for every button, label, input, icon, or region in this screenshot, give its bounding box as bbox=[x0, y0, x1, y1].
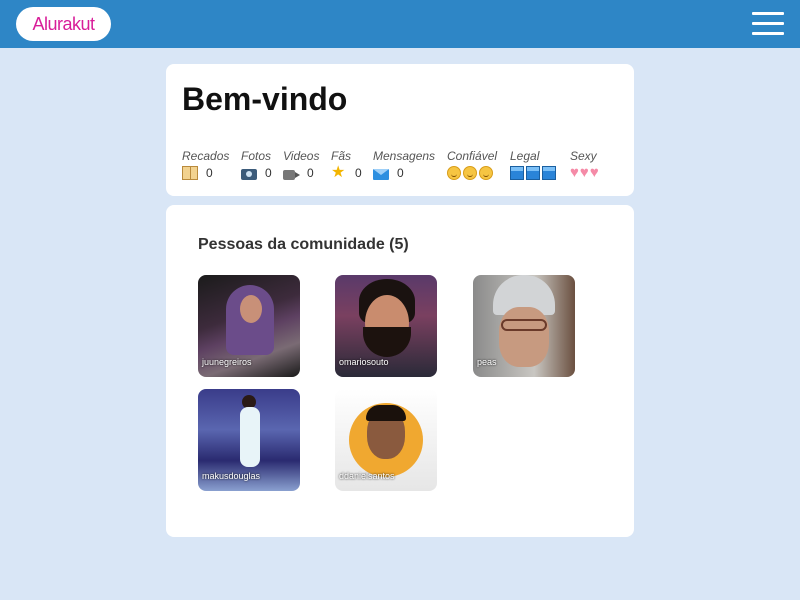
stat-videos-label: Videos bbox=[283, 149, 320, 163]
cube-icon bbox=[526, 166, 540, 180]
welcome-title: Bem-vindo bbox=[182, 81, 348, 117]
rating-confiavel: Confiável bbox=[447, 149, 497, 181]
member-username: makusdouglas bbox=[202, 471, 261, 481]
smiley-icon bbox=[463, 166, 477, 180]
member-username: juunegreiros bbox=[202, 357, 252, 367]
stat-videos-value: 0 bbox=[307, 166, 314, 180]
community-member[interactable]: ddanielsantos bbox=[335, 389, 437, 491]
stat-videos: Videos 0 bbox=[283, 149, 319, 181]
rating-confiavel-label: Confiável bbox=[447, 149, 498, 163]
rating-sexy-label: Sexy bbox=[570, 149, 597, 163]
community-member[interactable]: makusdouglas bbox=[198, 389, 300, 491]
top-bar: Alurakut bbox=[0, 0, 800, 48]
member-username: ddanielsantos bbox=[339, 471, 395, 481]
stat-fotos: Fotos 0 bbox=[241, 149, 272, 181]
cube-icon bbox=[542, 166, 556, 180]
heart-icon: ♥ bbox=[579, 164, 589, 181]
book-icon bbox=[182, 166, 198, 180]
stat-fas-label: Fãs bbox=[331, 149, 352, 163]
member-username: omariosouto bbox=[339, 357, 389, 367]
stat-fas: Fãs ★ 0 bbox=[331, 149, 362, 181]
rating-legal-label: Legal bbox=[510, 149, 540, 163]
stat-recados-value: 0 bbox=[206, 166, 213, 180]
welcome-card: Bem-vindo Recados 0 Fotos 0 Videos 0 Fãs bbox=[166, 64, 634, 196]
community-member[interactable]: peas bbox=[473, 275, 575, 377]
smiley-icon bbox=[479, 166, 493, 180]
stat-recados: Recados 0 bbox=[182, 149, 229, 181]
video-camera-icon bbox=[283, 169, 300, 180]
stat-mensagens-value: 0 bbox=[397, 166, 404, 180]
community-member[interactable]: omariosouto bbox=[335, 275, 437, 377]
stat-fotos-value: 0 bbox=[265, 166, 272, 180]
stat-fotos-label: Fotos bbox=[241, 149, 272, 163]
hamburger-menu-icon[interactable] bbox=[752, 12, 784, 36]
stat-mensagens: Mensagens 0 bbox=[373, 149, 435, 181]
community-title: Pessoas da comunidade (5) bbox=[198, 236, 409, 253]
star-icon: ★ bbox=[331, 164, 346, 181]
cube-icon bbox=[510, 166, 524, 180]
rating-legal: Legal bbox=[510, 149, 558, 181]
community-member[interactable]: juunegreiros bbox=[198, 275, 300, 377]
alurakut-logo[interactable]: Alurakut bbox=[16, 7, 111, 41]
member-username: peas bbox=[477, 357, 497, 367]
stat-mensagens-label: Mensagens bbox=[373, 149, 436, 163]
rating-sexy: Sexy ♥ ♥ ♥ bbox=[570, 149, 600, 181]
heart-icon: ♥ bbox=[589, 164, 599, 181]
community-card: Pessoas da comunidade (5) juunegreiros o… bbox=[166, 205, 634, 537]
heart-icon: ♥ bbox=[570, 164, 579, 181]
smiley-icon bbox=[447, 166, 461, 180]
envelope-icon bbox=[373, 168, 389, 180]
camera-icon bbox=[241, 168, 257, 180]
stat-recados-label: Recados bbox=[182, 149, 230, 163]
stat-fas-value: 0 bbox=[355, 166, 362, 180]
